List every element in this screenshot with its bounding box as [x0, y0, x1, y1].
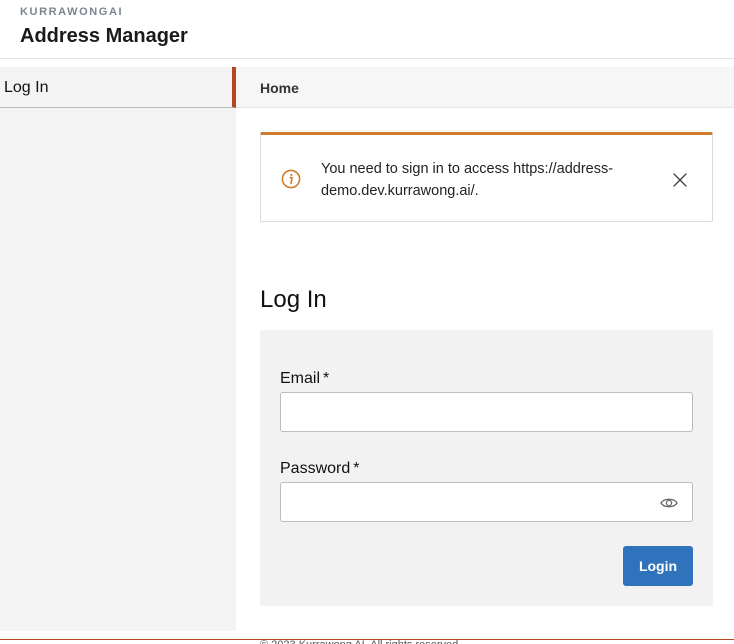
eye-icon[interactable] — [660, 495, 678, 511]
sidebar-item-label: Log In — [4, 79, 49, 96]
login-button[interactable]: Login — [623, 546, 693, 586]
sign-in-alert: You need to sign in to access https://ad… — [260, 132, 713, 222]
email-field-wrapper — [280, 392, 693, 432]
app-title[interactable]: Address Manager — [20, 25, 188, 48]
breadcrumb: Home — [236, 67, 734, 108]
email-label-text: Email — [280, 370, 321, 387]
password-field-wrapper — [280, 482, 693, 522]
password-field[interactable] — [281, 483, 692, 521]
breadcrumb-home-link[interactable]: Home — [260, 80, 299, 96]
app-header: KURRAWONGAI Address Manager — [0, 0, 734, 59]
email-label: Email * — [280, 370, 329, 388]
password-label: Password * — [280, 460, 359, 478]
close-icon[interactable] — [672, 172, 688, 188]
required-mark: * — [353, 460, 360, 477]
info-icon — [281, 169, 301, 189]
email-field[interactable] — [281, 393, 692, 431]
sidebar-item-log-in[interactable]: Log In — [0, 67, 236, 108]
login-form: Email * Password * Login — [260, 330, 713, 606]
password-label-text: Password — [280, 460, 351, 477]
required-mark: * — [323, 370, 330, 387]
brand-name: KURRAWONGAI — [20, 6, 124, 18]
sidebar: Log In — [0, 67, 236, 631]
footer-copyright: © 2023 Kurrawong AI. All rights reserved… — [260, 640, 461, 644]
alert-message: You need to sign in to access https://ad… — [321, 161, 614, 199]
page-title: Log In — [260, 286, 327, 313]
